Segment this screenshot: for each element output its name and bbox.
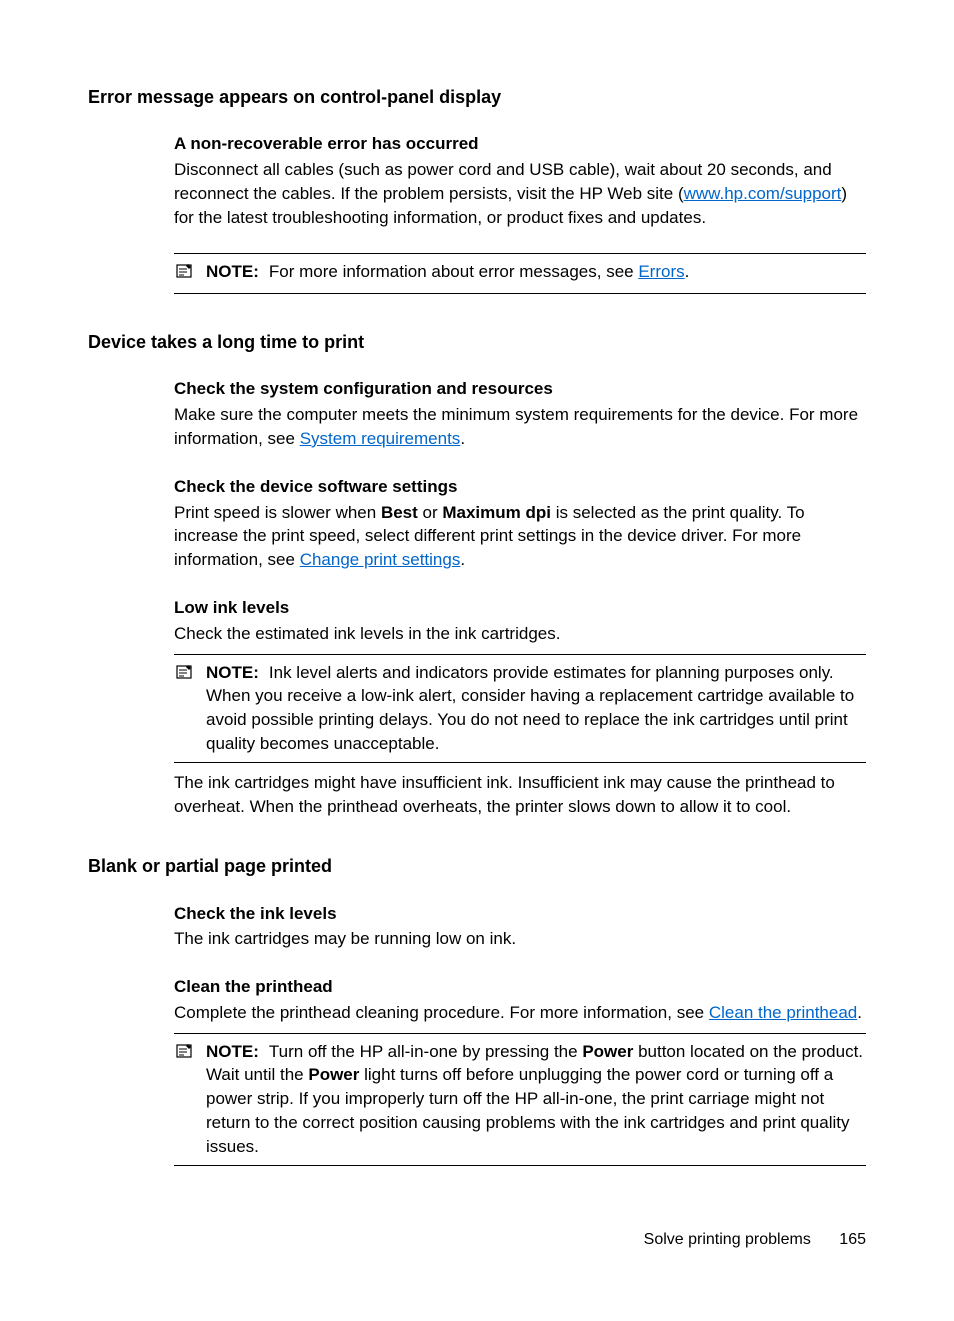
text-software: Print speed is slower when Best or Maxim…	[174, 501, 866, 572]
block-clean-printhead: Clean the printhead Complete the printhe…	[174, 975, 866, 1025]
note-label: NOTE:	[206, 663, 259, 682]
page-footer: Solve printing problems 165	[644, 1229, 866, 1251]
subheading-nonrecoverable: A non-recoverable error has occurred	[174, 132, 866, 156]
bold-power2: Power	[308, 1065, 359, 1084]
text-part: .	[857, 1003, 862, 1022]
text-after-note-ink: The ink cartridges might have insufficie…	[174, 771, 866, 819]
note-box-errors: NOTE: For more information about error me…	[174, 253, 866, 294]
text-part: Make sure the computer meets the minimum…	[174, 405, 858, 448]
note-text: NOTE:Ink level alerts and indicators pro…	[206, 661, 866, 756]
footer-text: Solve printing problems	[644, 1231, 811, 1248]
link-change-print-settings[interactable]: Change print settings	[300, 550, 461, 569]
subheading-system-config: Check the system configuration and resou…	[174, 377, 866, 401]
note-body: Turn off the HP all-in-one by pressing t…	[269, 1042, 582, 1061]
note-text: NOTE: For more information about error me…	[206, 260, 866, 284]
subheading-clean-printhead: Clean the printhead	[174, 975, 866, 999]
block-nonrecoverable: A non-recoverable error has occurred Dis…	[174, 132, 866, 229]
subheading-software: Check the device software settings	[174, 475, 866, 499]
text-part: or	[418, 503, 443, 522]
note-body: For more information about error message…	[269, 262, 638, 281]
note-text: NOTE: Turn off the HP all-in-one by press…	[206, 1040, 866, 1159]
link-system-requirements[interactable]: System requirements	[300, 429, 461, 448]
heading-long-time: Device takes a long time to print	[88, 330, 866, 355]
block-low-ink: Low ink levels Check the estimated ink l…	[174, 596, 866, 646]
note-body-end: .	[685, 262, 690, 281]
note-icon	[174, 663, 194, 688]
heading-error-message: Error message appears on control-panel d…	[88, 85, 866, 110]
section-long-time-print: Device takes a long time to print Check …	[88, 330, 866, 818]
text-low-ink: Check the estimated ink levels in the in…	[174, 622, 866, 646]
note-box-ink: NOTE:Ink level alerts and indicators pro…	[174, 654, 866, 763]
page-number: 165	[839, 1231, 866, 1248]
note-label: NOTE:	[206, 1042, 259, 1061]
text-part: .	[460, 550, 465, 569]
note-icon	[174, 262, 194, 287]
note-label: NOTE:	[206, 262, 259, 281]
block-check-ink: Check the ink levels The ink cartridges …	[174, 902, 866, 952]
text-part: Print speed is slower when	[174, 503, 381, 522]
block-system-config: Check the system configuration and resou…	[174, 377, 866, 450]
link-errors[interactable]: Errors	[638, 262, 684, 281]
link-hp-support[interactable]: www.hp.com/support	[684, 184, 842, 203]
text-nonrecoverable: Disconnect all cables (such as power cor…	[174, 158, 866, 229]
text-clean-printhead: Complete the printhead cleaning procedur…	[174, 1001, 866, 1025]
bold-maxdpi: Maximum dpi	[442, 503, 551, 522]
text-system-config: Make sure the computer meets the minimum…	[174, 403, 866, 451]
block-software-settings: Check the device software settings Print…	[174, 475, 866, 572]
note-body: Ink level alerts and indicators provide …	[206, 663, 854, 753]
subheading-check-ink: Check the ink levels	[174, 902, 866, 926]
note-icon	[174, 1042, 194, 1067]
section-blank-page: Blank or partial page printed Check the …	[88, 854, 866, 1165]
bold-power1: Power	[582, 1042, 633, 1061]
link-clean-printhead[interactable]: Clean the printhead	[709, 1003, 857, 1022]
note-box-power: NOTE: Turn off the HP all-in-one by press…	[174, 1033, 866, 1166]
bold-best: Best	[381, 503, 418, 522]
subheading-low-ink: Low ink levels	[174, 596, 866, 620]
text-part: Complete the printhead cleaning procedur…	[174, 1003, 709, 1022]
section-error-message: Error message appears on control-panel d…	[88, 85, 866, 294]
text-check-ink: The ink cartridges may be running low on…	[174, 927, 866, 951]
heading-blank-page: Blank or partial page printed	[88, 854, 866, 879]
text-part: .	[460, 429, 465, 448]
